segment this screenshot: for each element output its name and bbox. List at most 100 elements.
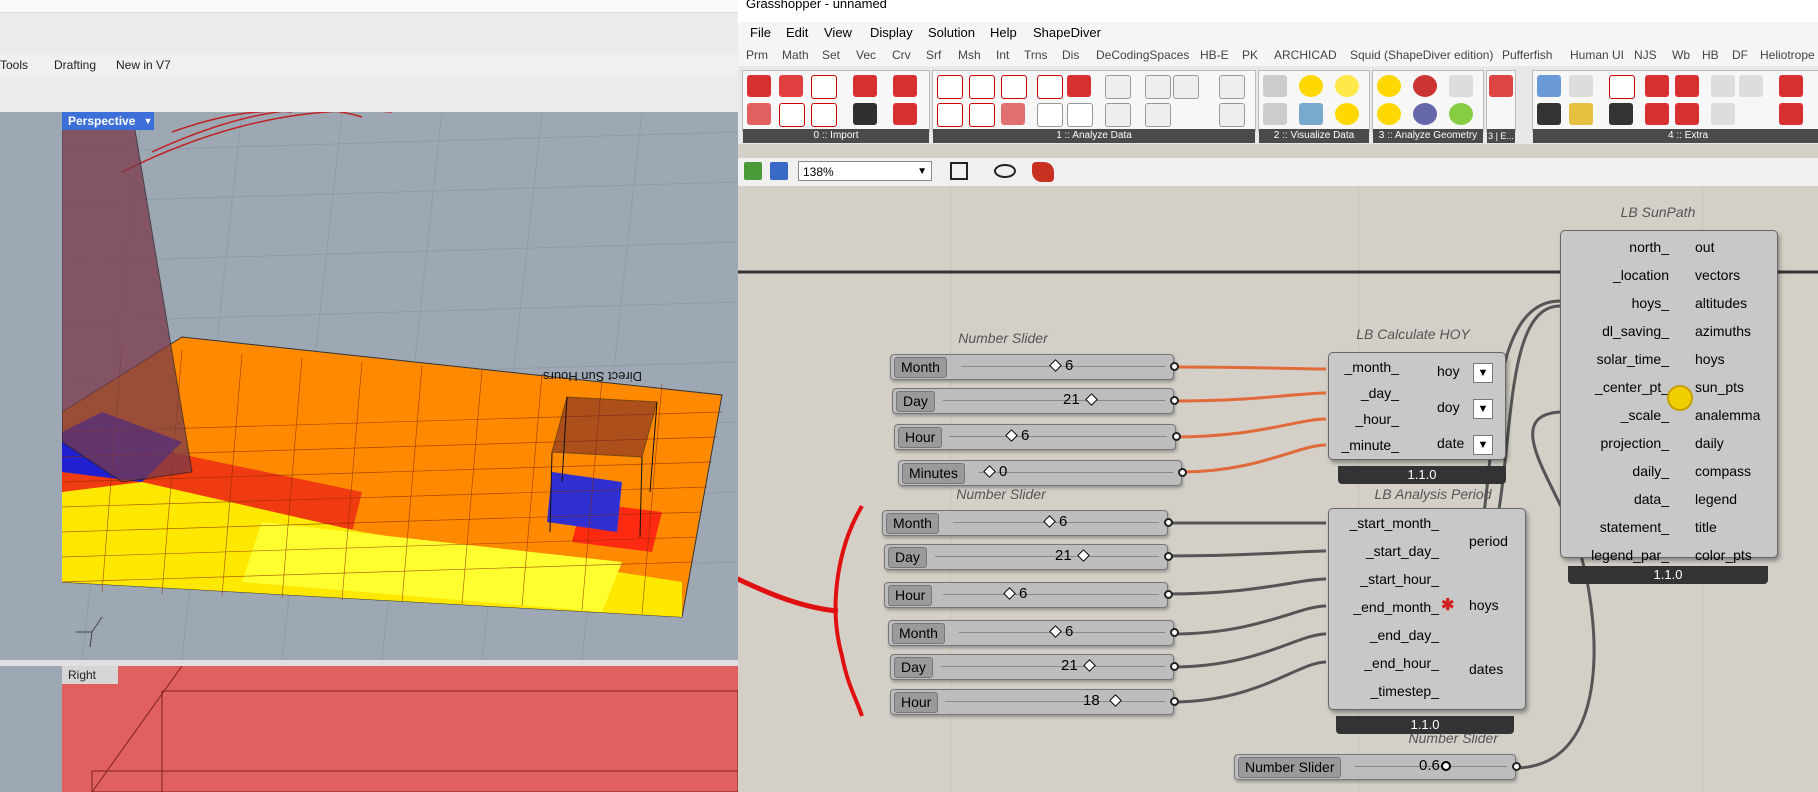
i-x-ny-icon[interactable] — [811, 103, 837, 127]
calc-hoy-icon[interactable] — [1001, 75, 1027, 99]
menu-view[interactable]: View — [824, 25, 852, 40]
slider-knob[interactable] — [1077, 549, 1090, 562]
menu-shapediver[interactable]: ShapeDiver — [1033, 25, 1101, 40]
cf-icon[interactable] — [1675, 75, 1699, 97]
person-gear-icon[interactable] — [1711, 103, 1735, 125]
rhino-left-viewport[interactable] — [0, 112, 62, 660]
save-file-icon[interactable] — [770, 162, 788, 180]
grid-icon[interactable] — [1067, 75, 1091, 97]
lb-analysis-period-component[interactable]: _start_month_ _start_day_ _start_hour_ _… — [1328, 508, 1526, 710]
slider-knob[interactable] — [1049, 625, 1062, 638]
zoom-select[interactable]: 138% ▼ — [798, 161, 932, 181]
a2b8-icon[interactable] — [937, 75, 963, 99]
cf-2-icon[interactable] — [1675, 103, 1699, 125]
slider-knob[interactable] — [1005, 429, 1018, 442]
preview-eye-icon[interactable] — [994, 164, 1016, 178]
menu-help[interactable]: Help — [990, 25, 1017, 40]
cat-squid[interactable]: Squid (ShapeDiver edition) — [1350, 48, 1493, 62]
perspective-viewport[interactable]: Direct Sun Hours — [62, 112, 738, 660]
slider-minutes[interactable]: Minutes 0 — [898, 460, 1187, 486]
menu-solution[interactable]: Solution — [928, 25, 975, 40]
slider-output-port[interactable] — [1178, 468, 1187, 477]
cat-pufferfish[interactable]: Pufferfish — [1502, 48, 1552, 62]
extra-small-icon[interactable] — [1489, 75, 1513, 97]
slider-output-port[interactable] — [1170, 628, 1179, 637]
slider-output-port[interactable] — [1170, 662, 1179, 671]
slider-knob[interactable] — [1085, 393, 1098, 406]
rhino-left-lower-viewport[interactable] — [0, 666, 62, 792]
slider-start-hour[interactable]: Hour 6 — [884, 582, 1173, 608]
slider-day[interactable]: Day 21 — [892, 388, 1179, 414]
person-red-icon[interactable] — [1219, 103, 1245, 127]
slider-start-month[interactable]: Month 6 — [882, 510, 1173, 536]
epw-import-icon[interactable] — [747, 75, 771, 97]
folder-2-icon[interactable] — [1779, 103, 1803, 125]
a-gt-0-icon[interactable] — [1037, 103, 1063, 127]
tab-tools[interactable]: Tools — [0, 58, 28, 72]
sip-icon[interactable] — [1645, 75, 1669, 97]
zoom-extents-icon[interactable] — [950, 162, 968, 180]
cat-df[interactable]: DF — [1732, 48, 1748, 62]
viewport-title-right[interactable]: Right — [62, 666, 118, 684]
cat-heliotrope[interactable]: Heliotrope — [1760, 48, 1815, 62]
building-icon[interactable] — [1145, 103, 1171, 127]
date-expand-icon[interactable]: ▼ — [1473, 435, 1493, 455]
slider-end-month[interactable]: Month 6 — [888, 620, 1179, 646]
cat-wb[interactable]: Wb — [1672, 48, 1690, 62]
slider-knob[interactable] — [1109, 694, 1122, 707]
dmh-icon[interactable] — [1067, 103, 1093, 127]
c-plus-icon[interactable] — [937, 103, 963, 127]
target-icon[interactable] — [1335, 103, 1359, 125]
cat-set[interactable]: Set — [822, 48, 840, 62]
sun-icon[interactable] — [1299, 75, 1323, 97]
cat-math[interactable]: Math — [782, 48, 809, 62]
sip-2-icon[interactable] — [1645, 103, 1669, 125]
cat-archicad[interactable]: ARCHICAD — [1274, 48, 1337, 62]
cat-njs[interactable]: NJS — [1634, 48, 1657, 62]
ddy-small-icon[interactable] — [1001, 103, 1025, 125]
i-love-ny-icon[interactable] — [811, 75, 837, 99]
cat-int[interactable]: Int — [996, 48, 1009, 62]
slider-knob[interactable] — [1083, 659, 1096, 672]
cat-decodingspaces[interactable]: DeCodingSpaces — [1096, 48, 1189, 62]
cat-hb[interactable]: HB — [1702, 48, 1719, 62]
legend-icon[interactable] — [1569, 75, 1593, 97]
menu-display[interactable]: Display — [870, 25, 913, 40]
camera-frame-icon[interactable] — [1609, 75, 1635, 99]
slider-knob[interactable] — [1003, 587, 1016, 600]
cat-dis[interactable]: Dis — [1062, 48, 1079, 62]
gradient-icon[interactable] — [1537, 75, 1561, 97]
hoy-expand-icon[interactable]: ▼ — [1473, 363, 1493, 383]
viewport-title-perspective[interactable]: Perspective — [62, 112, 148, 130]
sun-hours-icon[interactable] — [1377, 103, 1401, 125]
doy-expand-icon[interactable]: ▼ — [1473, 399, 1493, 419]
tab-drafting[interactable]: Drafting — [54, 58, 96, 72]
visualize-1-icon[interactable] — [1263, 75, 1287, 97]
i-to-ny-icon[interactable] — [779, 103, 805, 127]
weather-icon[interactable] — [893, 75, 917, 97]
binary-icon[interactable] — [1037, 75, 1063, 99]
import-other-icon[interactable] — [893, 103, 917, 125]
cat-vec[interactable]: Vec — [856, 48, 876, 62]
slider-end-hour[interactable]: Hour 18 — [890, 689, 1179, 715]
slider-knob[interactable] — [1441, 761, 1451, 771]
person-group-icon[interactable] — [1739, 75, 1763, 97]
bar-chart-icon[interactable] — [1263, 103, 1287, 125]
person-arrow-icon[interactable] — [1449, 75, 1473, 97]
folder-icon[interactable] — [1779, 75, 1803, 97]
thermometer-icon[interactable] — [1105, 75, 1131, 99]
menu-edit[interactable]: Edit — [786, 25, 808, 40]
radiation-icon[interactable] — [1413, 75, 1437, 97]
person-icon[interactable] — [1173, 75, 1199, 99]
rhino-command-area[interactable] — [0, 12, 738, 55]
slider-output-port[interactable] — [1170, 396, 1179, 405]
cat-human-ui[interactable]: Human UI — [1570, 48, 1624, 62]
cat-trns[interactable]: Trns — [1024, 48, 1048, 62]
person-chart-icon[interactable] — [1219, 75, 1245, 99]
slider-output-port[interactable] — [1164, 518, 1173, 527]
slider-month[interactable]: Month 6 — [890, 354, 1179, 380]
palette-icon[interactable] — [1569, 103, 1593, 125]
cat-pk[interactable]: PK — [1242, 48, 1258, 62]
slider-output-port[interactable] — [1170, 362, 1179, 371]
ddy-icon[interactable] — [853, 75, 877, 97]
